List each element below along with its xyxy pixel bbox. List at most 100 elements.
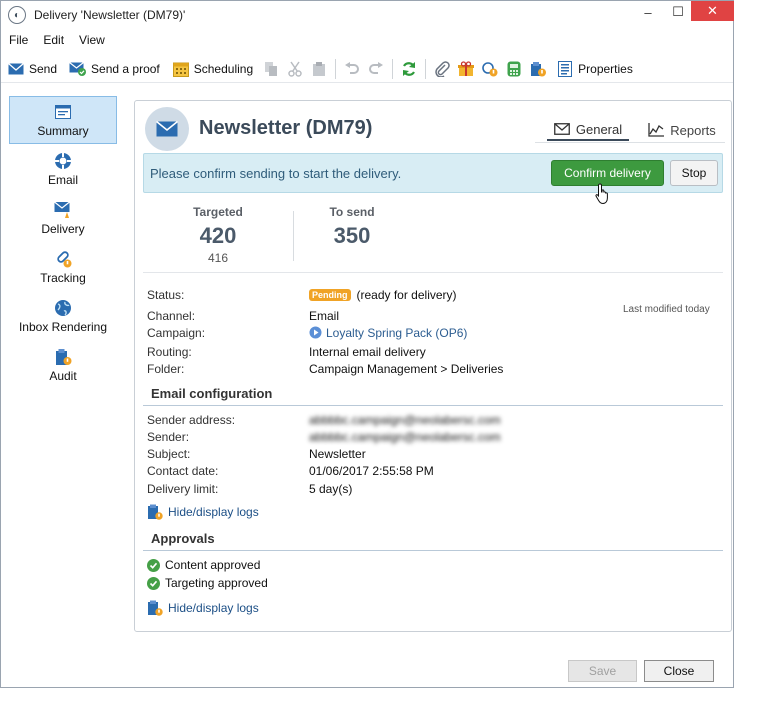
campaign-play-icon (309, 326, 322, 339)
sender-address-label: Sender address: (147, 413, 236, 427)
close-button[interactable]: Close (644, 660, 714, 682)
summary-panel: Newsletter (DM79) General Reports Please… (134, 100, 732, 632)
envelope-outline-icon (553, 123, 570, 135)
sidebar-item-email[interactable]: Email (9, 145, 117, 193)
scheduling-button[interactable]: Scheduling (166, 57, 259, 81)
log-audit-icon (147, 600, 163, 616)
targeted-stat: Targeted 420 416 (143, 205, 293, 265)
proof-envelope-icon (69, 61, 87, 77)
stop-button[interactable]: Stop (670, 160, 718, 186)
copy-icon[interactable] (259, 57, 283, 81)
toolbar-separator (335, 58, 337, 79)
sender-value: abbbbc.campaign@neolabersc.com (309, 430, 501, 444)
summary-icon (53, 103, 73, 121)
attachment-icon[interactable] (430, 57, 454, 81)
tab-reports-label: Reports (670, 122, 716, 138)
sidebar-item-label: Email (47, 172, 78, 187)
sidebar-item-tracking[interactable]: Tracking (9, 243, 117, 291)
tracking-toolbar-icon[interactable] (478, 57, 502, 81)
content-approved-item: Content approved (147, 558, 260, 572)
tab-strip-divider (535, 142, 725, 143)
calculator-icon[interactable] (502, 57, 526, 81)
campaign-label: Campaign: (147, 326, 206, 340)
properties-button[interactable]: Properties (550, 57, 639, 81)
sidebar-item-label: Summary (37, 123, 89, 138)
approvals-header: Approvals (143, 531, 723, 551)
email-icon (53, 152, 73, 170)
status-badge: Pending (309, 289, 351, 301)
tab-general[interactable]: General (547, 119, 629, 141)
targeting-approved-label: Targeting approved (165, 576, 268, 590)
delivery-icon (53, 201, 73, 219)
targeting-approved-item: Targeting approved (147, 576, 268, 590)
status-text: (ready for delivery) (356, 288, 457, 302)
channel-value: Email (309, 309, 340, 323)
menu-edit[interactable]: Edit (35, 33, 71, 47)
sender-label: Sender: (147, 430, 190, 444)
email-configuration-header: Email configuration (143, 386, 723, 406)
targeted-value: 420 (199, 223, 237, 248)
app-icon: ◐ (8, 6, 26, 24)
sidebar-item-label: Tracking (40, 270, 86, 285)
send-proof-label: Send a proof (91, 61, 160, 76)
properties-label: Properties (578, 61, 633, 76)
window-title: Delivery 'Newsletter (DM79)' (34, 8, 186, 22)
approval-logs-link[interactable]: Hide/display logs (147, 600, 259, 616)
cut-icon[interactable] (283, 57, 307, 81)
status-label: Status: (147, 288, 185, 302)
audit-icon (53, 348, 73, 366)
scheduling-label: Scheduling (193, 61, 254, 76)
approval-logs-link-label: Hide/display logs (168, 601, 259, 615)
targeted-sub-value: 416 (207, 251, 229, 265)
email-logs-link[interactable]: Hide/display logs (147, 504, 259, 520)
check-icon (147, 558, 160, 572)
tracking-icon (53, 250, 73, 268)
title-bar[interactable]: ◐ Delivery 'Newsletter (DM79)' – ☐ ✕ (1, 1, 734, 29)
chart-line-icon (648, 123, 665, 137)
tab-general-label: General (575, 121, 623, 137)
campaign-value[interactable]: Loyalty Spring Pack (OP6) (309, 326, 467, 340)
sidebar-item-label: Audit (49, 368, 77, 383)
delivery-window: ◐ Delivery 'Newsletter (DM79)' – ☐ ✕ Fil… (0, 0, 734, 688)
channel-label: Channel: (147, 309, 196, 323)
sidebar-item-delivery[interactable]: Delivery (9, 194, 117, 242)
delivery-avatar (145, 107, 189, 151)
delivery-limit-value: 5 day(s) (309, 482, 353, 496)
audit-toolbar-icon[interactable] (526, 57, 550, 81)
menu-file[interactable]: File (1, 33, 35, 47)
subject-value: Newsletter (309, 447, 366, 461)
minimize-button[interactable]: – (634, 1, 662, 23)
save-button[interactable]: Save (568, 660, 637, 682)
calendar-icon (172, 61, 190, 77)
sidebar-item-label: Inbox Rendering (18, 319, 108, 334)
redo-icon[interactable] (364, 57, 388, 81)
routing-value: Internal email delivery (309, 345, 426, 359)
undo-icon[interactable] (340, 57, 364, 81)
toolbar: Send Send a proof Scheduling Properties (1, 55, 733, 83)
send-proof-button[interactable]: Send a proof (63, 57, 166, 81)
properties-icon (556, 60, 574, 77)
menu-bar: File Edit View (1, 30, 112, 50)
contact-date-label: Contact date: (147, 464, 219, 478)
sidebar-item-inbox-rendering[interactable]: Inbox Rendering (9, 292, 117, 340)
sidebar: Summary Email Delivery Tracking Inbox Re… (9, 96, 119, 390)
sidebar-item-audit[interactable]: Audit (9, 341, 117, 389)
confirm-banner: Please confirm sending to start the deli… (143, 153, 723, 193)
confirm-message: Please confirm sending to start the deli… (150, 166, 402, 181)
maximize-button[interactable]: ☐ (664, 1, 692, 23)
globe-icon (53, 299, 73, 317)
sidebar-item-summary[interactable]: Summary (9, 96, 117, 144)
close-window-button[interactable]: ✕ (691, 1, 734, 21)
offer-gift-icon[interactable] (454, 57, 478, 81)
campaign-link[interactable]: Loyalty Spring Pack (OP6) (326, 326, 467, 340)
tab-reports[interactable]: Reports (641, 119, 723, 141)
send-button[interactable]: Send (1, 57, 63, 81)
avatar-envelope-icon (156, 121, 178, 137)
page-title: Newsletter (DM79) (199, 117, 373, 139)
menu-view[interactable]: View (71, 33, 112, 47)
refresh-icon[interactable] (397, 57, 421, 81)
to-send-value: 350 (333, 223, 371, 248)
delivery-limit-label: Delivery limit: (147, 482, 219, 496)
paste-icon[interactable] (307, 57, 331, 81)
envelope-icon (7, 61, 25, 77)
